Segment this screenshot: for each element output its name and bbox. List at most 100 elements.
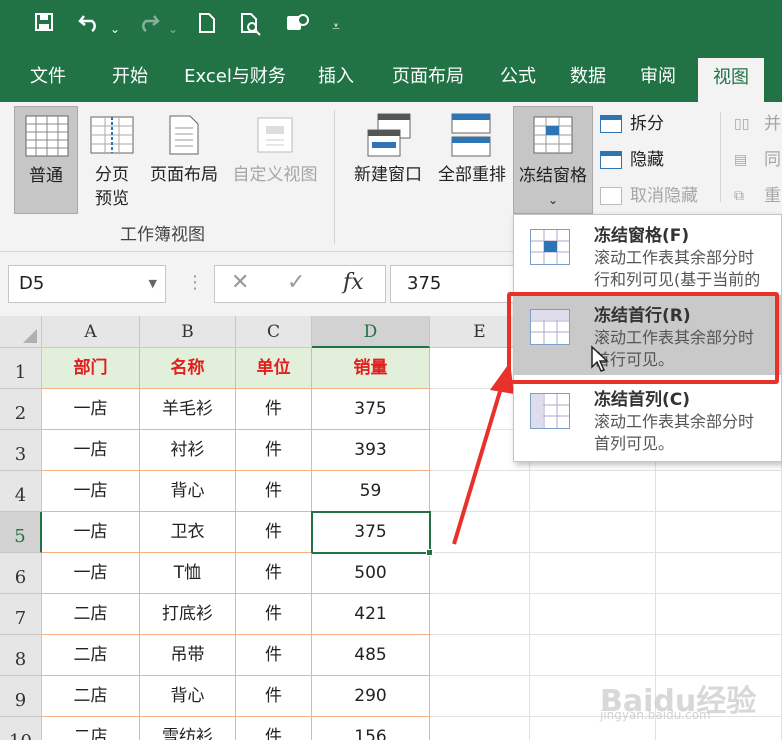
table-cell[interactable]: 一店 (42, 430, 140, 471)
table-cell[interactable]: T恤 (140, 553, 236, 594)
row-header-10[interactable]: 10 (0, 717, 42, 740)
row-header-1[interactable]: 1 (0, 348, 42, 389)
table-cell[interactable]: 背心 (140, 676, 236, 717)
select-all-corner[interactable] (0, 316, 42, 348)
tab-home[interactable]: 开始 (100, 54, 160, 102)
empty-cell[interactable] (656, 553, 782, 594)
menu-item-freeze-panes[interactable]: 冻结窗格(F) 滚动工作表其余部分时 行和列可见(基于当前的 (514, 215, 782, 295)
empty-cell[interactable] (530, 471, 656, 512)
empty-cell[interactable] (530, 553, 656, 594)
row-header-4[interactable]: 4 (0, 471, 42, 512)
tab-view[interactable]: 视图 (698, 58, 764, 102)
row-header-6[interactable]: 6 (0, 553, 42, 594)
chevron-down-icon[interactable]: ▼ (149, 266, 157, 302)
split-button[interactable]: 拆分 (600, 110, 710, 138)
tab-review[interactable]: 审阅 (628, 54, 688, 102)
fill-handle[interactable] (426, 549, 433, 556)
new-file-icon[interactable] (198, 12, 216, 40)
empty-cell[interactable] (430, 635, 530, 676)
table-cell[interactable]: 一店 (42, 389, 140, 430)
view-side-by-side-button[interactable]: ▯▯ 并 (734, 110, 782, 138)
empty-cell[interactable] (656, 635, 782, 676)
tab-excel-finance[interactable]: Excel与财务 (176, 54, 294, 102)
table-cell[interactable]: 156 (312, 717, 430, 740)
undo-dropdown-icon[interactable]: ⌄ (110, 16, 120, 42)
customize-qat-icon[interactable]: ⩡ (332, 14, 340, 40)
empty-cell[interactable] (530, 512, 656, 553)
table-cell[interactable]: 一店 (42, 471, 140, 512)
table-cell[interactable]: 290 (312, 676, 430, 717)
freeze-panes-button[interactable]: 冻结窗格 ⌄ (513, 106, 593, 214)
empty-cell[interactable] (656, 512, 782, 553)
table-cell[interactable]: 件 (236, 594, 312, 635)
row-header-2[interactable]: 2 (0, 389, 42, 430)
table-cell[interactable]: 二店 (42, 676, 140, 717)
insert-function-icon[interactable]: fx (343, 270, 364, 295)
table-cell[interactable]: 件 (236, 676, 312, 717)
empty-cell[interactable] (656, 471, 782, 512)
name-box[interactable]: D5 ▼ (8, 265, 166, 303)
table-cell[interactable]: 打底衫 (140, 594, 236, 635)
hide-button[interactable]: 隐藏 (600, 146, 710, 174)
table-cell[interactable]: 衬衫 (140, 430, 236, 471)
table-header-cell[interactable]: 名称 (140, 348, 236, 389)
empty-cell[interactable] (430, 676, 530, 717)
table-cell[interactable]: 485 (312, 635, 430, 676)
touch-mode-icon[interactable] (284, 12, 310, 42)
page-layout-view-button[interactable]: 页面布局 (146, 106, 222, 214)
redo-dropdown-icon[interactable]: ⌄ (168, 16, 178, 42)
empty-cell[interactable] (530, 594, 656, 635)
cancel-icon[interactable]: ✕ (231, 270, 249, 295)
page-break-preview-button[interactable]: 分页 预览 (84, 106, 140, 214)
normal-view-button[interactable]: 普通 (14, 106, 78, 214)
arrange-all-button[interactable]: 全部重排 (432, 106, 512, 214)
table-header-cell[interactable]: 单位 (236, 348, 312, 389)
table-cell[interactable]: 59 (312, 471, 430, 512)
row-header-7[interactable]: 7 (0, 594, 42, 635)
undo-icon[interactable] (78, 12, 104, 38)
table-cell[interactable]: 件 (236, 717, 312, 740)
print-preview-icon[interactable] (240, 12, 262, 42)
column-header-c[interactable]: C (236, 316, 312, 348)
column-header-a[interactable]: A (42, 316, 140, 348)
table-cell[interactable]: 二店 (42, 594, 140, 635)
table-cell[interactable]: 羊毛衫 (140, 389, 236, 430)
tab-file[interactable]: 文件 (18, 54, 78, 102)
table-cell[interactable]: 375 (311, 511, 431, 554)
reset-window-position-button[interactable]: ⧉ 重 (734, 182, 782, 210)
table-cell[interactable]: 二店 (42, 635, 140, 676)
table-header-cell[interactable]: 销量 (312, 348, 430, 389)
tab-data[interactable]: 数据 (558, 54, 618, 102)
tab-insert[interactable]: 插入 (306, 54, 366, 102)
table-cell[interactable]: 背心 (140, 471, 236, 512)
empty-cell[interactable] (430, 594, 530, 635)
empty-cell[interactable] (530, 635, 656, 676)
table-cell[interactable]: 件 (236, 389, 312, 430)
column-header-d[interactable]: D (312, 316, 430, 348)
table-cell[interactable]: 吊带 (140, 635, 236, 676)
table-cell[interactable]: 件 (236, 553, 312, 594)
unhide-button[interactable]: 取消隐藏 (600, 182, 720, 210)
column-header-b[interactable]: B (140, 316, 236, 348)
row-header-5[interactable]: 5 (0, 512, 42, 553)
tab-formulas[interactable]: 公式 (488, 54, 548, 102)
table-cell[interactable]: 500 (312, 553, 430, 594)
table-cell[interactable]: 件 (236, 430, 312, 471)
empty-cell[interactable] (430, 717, 530, 740)
redo-icon[interactable] (134, 12, 160, 38)
empty-cell[interactable] (430, 553, 530, 594)
table-cell[interactable]: 393 (312, 430, 430, 471)
drag-handle-icon[interactable]: ⋮ (186, 272, 204, 293)
table-cell[interactable]: 二店 (42, 717, 140, 740)
table-cell[interactable]: 件 (236, 512, 312, 553)
empty-cell[interactable] (656, 594, 782, 635)
row-header-9[interactable]: 9 (0, 676, 42, 717)
table-header-cell[interactable]: 部门 (42, 348, 140, 389)
menu-item-freeze-first-column[interactable]: 冻结首列(C) 滚动工作表其余部分时 首列可见。 (514, 379, 782, 459)
table-cell[interactable]: 一店 (42, 512, 140, 553)
new-window-button[interactable]: 新建窗口 (348, 106, 428, 214)
row-header-8[interactable]: 8 (0, 635, 42, 676)
table-cell[interactable]: 件 (236, 471, 312, 512)
enter-icon[interactable]: ✓ (287, 270, 305, 295)
table-cell[interactable]: 件 (236, 635, 312, 676)
